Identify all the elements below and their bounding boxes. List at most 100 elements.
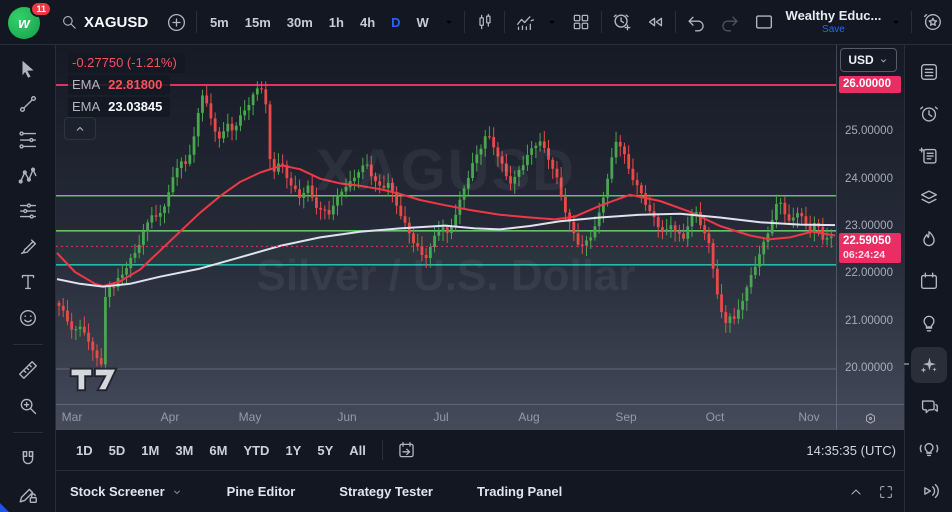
layout-chevron-icon[interactable] bbox=[889, 8, 905, 36]
ideas-button[interactable] bbox=[911, 305, 947, 341]
fib-lines-tool[interactable] bbox=[11, 123, 45, 157]
layout-name-button[interactable]: Wealthy Educ... Save bbox=[784, 9, 884, 34]
trend-line-tool[interactable] bbox=[11, 88, 45, 122]
range-all[interactable]: All bbox=[343, 439, 372, 462]
interval-15m[interactable]: 15m bbox=[238, 11, 278, 34]
forecast-tool[interactable] bbox=[11, 194, 45, 228]
range-5d[interactable]: 5D bbox=[103, 439, 132, 462]
save-label[interactable]: Save bbox=[822, 24, 845, 35]
chat-button[interactable] bbox=[911, 389, 947, 425]
calendar-button[interactable] bbox=[911, 264, 947, 300]
divider bbox=[464, 11, 465, 33]
layout-grid-button[interactable] bbox=[567, 8, 595, 36]
minds-button[interactable] bbox=[911, 473, 947, 509]
indicators-templates-chevron-icon[interactable] bbox=[545, 8, 561, 36]
interval-W[interactable]: W bbox=[410, 11, 436, 34]
undo-button[interactable] bbox=[682, 8, 710, 36]
currency-toggle[interactable]: USD bbox=[840, 48, 897, 72]
price-tick: 23.00000 bbox=[845, 220, 893, 232]
chart-legend: -0.27750 (-1.21%) EMA22.81800 EMA23.0384… bbox=[68, 53, 185, 119]
panel-collapse-chevron-icon[interactable] bbox=[848, 484, 864, 500]
minds-icon bbox=[918, 480, 940, 502]
panel-maximize-icon[interactable] bbox=[878, 484, 894, 500]
compare-add-button[interactable] bbox=[162, 8, 190, 36]
range-5y[interactable]: 5Y bbox=[311, 439, 339, 462]
range-toolbar: 1D5D1M3M6MYTD1Y5YAll 14:35:35 (UTC) bbox=[56, 430, 904, 470]
current-price-label: 22.59050 06:24:24 bbox=[839, 233, 901, 262]
bar-countdown: 06:24:24 bbox=[843, 249, 897, 261]
panel-tab-pine-editor[interactable]: Pine Editor bbox=[227, 484, 296, 499]
hotlists-button[interactable] bbox=[911, 222, 947, 258]
magnet-tool[interactable] bbox=[11, 442, 45, 476]
text-tool-tool[interactable] bbox=[11, 265, 45, 299]
time-axis[interactable]: MarAprMayJunJulAugSepOctNov bbox=[56, 404, 904, 430]
object-tree-button[interactable] bbox=[911, 180, 947, 216]
chevron-down-icon bbox=[171, 486, 183, 498]
redo-button[interactable] bbox=[716, 8, 744, 36]
legend-collapse-button[interactable] bbox=[64, 117, 96, 140]
ema-value: 22.81800 bbox=[108, 77, 162, 92]
interval-chevron-icon[interactable] bbox=[442, 8, 458, 36]
range-3m[interactable]: 3M bbox=[169, 439, 199, 462]
price-tick: 25.00000 bbox=[845, 125, 893, 137]
ideas-icon bbox=[918, 312, 940, 334]
interval-5m[interactable]: 5m bbox=[203, 11, 236, 34]
live-ideas-button[interactable] bbox=[911, 431, 947, 467]
range-1m[interactable]: 1M bbox=[135, 439, 165, 462]
range-6m[interactable]: 6M bbox=[203, 439, 233, 462]
goto-date-button[interactable] bbox=[393, 436, 421, 464]
panel-tab-stock-screener[interactable]: Stock Screener bbox=[70, 484, 183, 499]
price-tick: 24.00000 bbox=[845, 173, 893, 185]
alerts-button[interactable] bbox=[911, 96, 947, 132]
zoom-in-tool[interactable] bbox=[11, 389, 45, 423]
ema-legend-row[interactable]: EMA22.81800 bbox=[68, 75, 170, 95]
forecast-icon bbox=[17, 200, 39, 222]
ruler-tool[interactable] bbox=[11, 354, 45, 388]
news-notes-button[interactable] bbox=[911, 138, 947, 174]
publish-button[interactable] bbox=[918, 8, 946, 36]
panel-tab-strategy-tester[interactable]: Strategy Tester bbox=[339, 484, 433, 499]
account-logo[interactable]: w 11 bbox=[6, 2, 46, 42]
axis-settings-corner[interactable] bbox=[836, 405, 904, 431]
cursor-tool[interactable] bbox=[11, 52, 45, 86]
symbol-search-button[interactable]: XAGUSD bbox=[52, 9, 156, 35]
month-label-oct: Oct bbox=[706, 410, 725, 424]
tradingview-app: w 11 XAGUSD 5m15m30m1h4hDW Wealthy Educ.… bbox=[0, 0, 952, 512]
magnet-icon bbox=[17, 448, 39, 470]
alerts-icon bbox=[918, 103, 940, 125]
interval-D[interactable]: D bbox=[384, 11, 407, 34]
emoji-tool[interactable] bbox=[11, 301, 45, 335]
interval-30m[interactable]: 30m bbox=[280, 11, 320, 34]
layout-select-button[interactable] bbox=[750, 8, 778, 36]
symbol-name: XAGUSD bbox=[84, 14, 148, 31]
draw-lock-tool[interactable] bbox=[11, 477, 45, 511]
interval-4h[interactable]: 4h bbox=[353, 11, 382, 34]
divider bbox=[13, 344, 43, 345]
chat-icon bbox=[918, 396, 940, 418]
brush-tool[interactable] bbox=[11, 230, 45, 264]
chart-type-button[interactable] bbox=[471, 8, 499, 36]
indicators-button[interactable] bbox=[511, 8, 539, 36]
month-label-mar: Mar bbox=[62, 410, 83, 424]
range-ytd[interactable]: YTD bbox=[237, 439, 275, 462]
draw-lock-icon bbox=[17, 483, 39, 505]
tradingview-logo-watermark bbox=[66, 364, 122, 397]
price-scale[interactable]: 25.0000024.0000023.0000022.0000021.00000… bbox=[836, 45, 904, 404]
bar-replay-button[interactable] bbox=[642, 8, 670, 36]
utc-clock[interactable]: 14:35:35 (UTC) bbox=[806, 443, 896, 458]
watchlist-button[interactable] bbox=[911, 54, 947, 90]
interval-1h[interactable]: 1h bbox=[322, 11, 351, 34]
right-sidebar bbox=[904, 45, 952, 512]
month-label-apr: Apr bbox=[161, 410, 180, 424]
chart-pane[interactable]: XAGUSD Silver / U.S. Dollar -0.27750 (-1… bbox=[56, 45, 836, 404]
range-1d[interactable]: 1D bbox=[70, 439, 99, 462]
xabcd-pattern-tool[interactable] bbox=[11, 159, 45, 193]
divider bbox=[601, 11, 602, 33]
ai-sparkles-button[interactable] bbox=[911, 347, 947, 383]
ema-legend-row[interactable]: EMA23.03845 bbox=[68, 97, 170, 117]
chart-widget: XAGUSD Silver / U.S. Dollar -0.27750 (-1… bbox=[56, 45, 904, 430]
create-alert-button[interactable] bbox=[608, 8, 636, 36]
panel-tab-trading-panel[interactable]: Trading Panel bbox=[477, 484, 562, 499]
range-1y[interactable]: 1Y bbox=[279, 439, 307, 462]
alert-clock-plus-icon bbox=[611, 11, 633, 33]
